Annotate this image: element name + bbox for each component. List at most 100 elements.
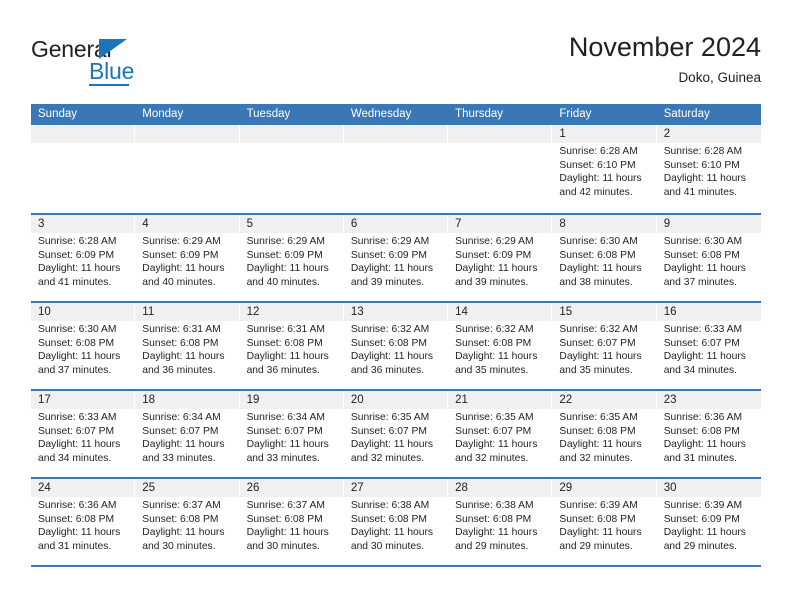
day-sunset-text: Sunset: 6:09 PM (38, 249, 115, 261)
day-daylight2-text: and 39 minutes. (455, 276, 529, 288)
day-sunrise-text: Sunrise: 6:39 AM (663, 500, 743, 511)
calendar-empty-cell (239, 125, 344, 213)
day-sun-info: Sunrise: 6:38 AM Sunset: 6:08 PM Daylight:… (448, 497, 552, 553)
day-daylight2-text: and 35 minutes. (455, 364, 529, 376)
calendar-day-cell[interactable]: 23 Sunrise: 6:36 AM Sunset: 6:08 PM Dayligh… (656, 391, 761, 477)
page-header: General Blue November 2024 Doko, Guinea (31, 30, 761, 100)
day-sunrise-text: Sunrise: 6:38 AM (350, 500, 430, 511)
day-sunset-text: Sunset: 6:07 PM (663, 337, 740, 349)
day-sunset-text: Sunset: 6:08 PM (663, 425, 740, 437)
day-number: 20 (343, 391, 449, 409)
calendar-empty-cell (31, 125, 136, 213)
calendar-day-cell[interactable]: 28 Sunrise: 6:38 AM Sunset: 6:08 PM Dayligh… (448, 479, 553, 565)
day-daylight-text: Daylight: 11 hours (246, 439, 329, 451)
day-daylight2-text: and 34 minutes. (663, 364, 737, 376)
day-daylight2-text: and 39 minutes. (350, 276, 425, 288)
day-number: 14 (448, 303, 553, 321)
calendar-day-cell[interactable]: 10 Sunrise: 6:30 AM Sunset: 6:08 PM Dayligh… (31, 303, 136, 389)
day-number: 30 (656, 479, 761, 497)
location-label: Doko, Guinea (678, 70, 761, 85)
day-number: 7 (448, 215, 553, 233)
calendar-week-row: 24 Sunrise: 6:36 AM Sunset: 6:08 PM Dayligh… (31, 477, 761, 565)
day-daylight-text: Daylight: 11 hours (38, 527, 121, 539)
day-daylight2-text: and 36 minutes. (246, 364, 320, 376)
calendar-day-cell[interactable]: 30 Sunrise: 6:39 AM Sunset: 6:09 PM Dayligh… (656, 479, 761, 565)
calendar-day-cell[interactable]: 8 Sunrise: 6:30 AM Sunset: 6:08 PM Daylight… (552, 215, 657, 301)
calendar-day-cell[interactable]: 4 Sunrise: 6:29 AM Sunset: 6:09 PM Daylight… (135, 215, 240, 301)
calendar-day-cell[interactable]: 26 Sunrise: 6:37 AM Sunset: 6:08 PM Dayligh… (239, 479, 344, 565)
calendar-day-cell[interactable]: 6 Sunrise: 6:29 AM Sunset: 6:09 PM Daylight… (343, 215, 449, 301)
day-sun-info: Sunrise: 6:29 AM Sunset: 6:09 PM Daylight:… (344, 233, 448, 289)
day-sunrise-text: Sunrise: 6:35 AM (350, 412, 430, 423)
day-sunset-text: Sunset: 6:07 PM (455, 425, 532, 437)
day-sunrise-text: Sunrise: 6:28 AM (663, 146, 743, 157)
day-sun-info: Sunrise: 6:37 AM Sunset: 6:08 PM Daylight:… (135, 497, 239, 553)
day-daylight2-text: and 41 minutes. (38, 276, 112, 288)
day-daylight2-text: and 29 minutes. (455, 540, 529, 552)
day-number (239, 125, 344, 143)
day-daylight-text: Daylight: 11 hours (455, 351, 538, 363)
calendar-day-cell[interactable]: 7 Sunrise: 6:29 AM Sunset: 6:09 PM Daylight… (448, 215, 553, 301)
day-daylight2-text: and 40 minutes. (142, 276, 216, 288)
day-daylight-text: Daylight: 11 hours (38, 263, 121, 275)
calendar-day-cell[interactable]: 12 Sunrise: 6:31 AM Sunset: 6:08 PM Dayligh… (239, 303, 344, 389)
calendar-day-cell[interactable]: 9 Sunrise: 6:30 AM Sunset: 6:08 PM Daylight… (656, 215, 761, 301)
day-daylight-text: Daylight: 11 hours (246, 263, 329, 275)
calendar-day-cell[interactable]: 14 Sunrise: 6:32 AM Sunset: 6:08 PM Dayligh… (448, 303, 553, 389)
calendar-day-cell[interactable]: 5 Sunrise: 6:29 AM Sunset: 6:09 PM Daylight… (239, 215, 344, 301)
day-number: 5 (239, 215, 344, 233)
weekday-header-wednesday: Wednesday (350, 108, 412, 120)
day-sunrise-text: Sunrise: 6:29 AM (142, 236, 221, 247)
day-number: 28 (448, 479, 553, 497)
day-sunrise-text: Sunrise: 6:29 AM (455, 236, 534, 247)
calendar-day-cell[interactable]: 21 Sunrise: 6:35 AM Sunset: 6:07 PM Dayligh… (448, 391, 553, 477)
calendar-week-row: 3 Sunrise: 6:28 AM Sunset: 6:09 PM Daylight… (31, 213, 761, 301)
day-daylight2-text: and 30 minutes. (246, 540, 320, 552)
calendar-day-cell[interactable]: 19 Sunrise: 6:34 AM Sunset: 6:07 PM Dayligh… (239, 391, 344, 477)
day-number (448, 125, 553, 143)
calendar-day-cell[interactable]: 16 Sunrise: 6:33 AM Sunset: 6:07 PM Dayligh… (656, 303, 761, 389)
calendar-day-cell[interactable]: 29 Sunrise: 6:39 AM Sunset: 6:08 PM Dayligh… (552, 479, 657, 565)
day-daylight-text: Daylight: 11 hours (350, 527, 434, 539)
calendar-day-cell[interactable]: 17 Sunrise: 6:33 AM Sunset: 6:07 PM Dayligh… (31, 391, 136, 477)
day-sunrise-text: Sunrise: 6:37 AM (142, 500, 221, 511)
calendar-day-cell[interactable]: 20 Sunrise: 6:35 AM Sunset: 6:07 PM Dayligh… (343, 391, 449, 477)
calendar-day-cell[interactable]: 13 Sunrise: 6:32 AM Sunset: 6:08 PM Dayligh… (343, 303, 449, 389)
day-daylight2-text: and 30 minutes. (350, 540, 425, 552)
day-sun-info: Sunrise: 6:32 AM Sunset: 6:08 PM Daylight:… (344, 321, 448, 377)
day-daylight-text: Daylight: 11 hours (246, 351, 329, 363)
day-sunrise-text: Sunrise: 6:38 AM (455, 500, 534, 511)
day-number: 23 (656, 391, 761, 409)
day-sun-info: Sunrise: 6:30 AM Sunset: 6:08 PM Daylight:… (657, 233, 761, 289)
calendar-day-cell[interactable]: 18 Sunrise: 6:34 AM Sunset: 6:07 PM Dayligh… (135, 391, 240, 477)
calendar-day-cell[interactable]: 22 Sunrise: 6:35 AM Sunset: 6:08 PM Dayligh… (552, 391, 657, 477)
day-sunrise-text: Sunrise: 6:30 AM (559, 236, 638, 247)
day-sunrise-text: Sunrise: 6:32 AM (350, 324, 430, 335)
day-number: 26 (239, 479, 344, 497)
day-sun-info (31, 143, 135, 145)
day-sun-info: Sunrise: 6:32 AM Sunset: 6:07 PM Daylight:… (552, 321, 656, 377)
day-sun-info (448, 143, 552, 145)
calendar-day-cell[interactable]: 11 Sunrise: 6:31 AM Sunset: 6:08 PM Dayligh… (135, 303, 240, 389)
day-sunrise-text: Sunrise: 6:29 AM (350, 236, 430, 247)
day-daylight-text: Daylight: 11 hours (663, 351, 746, 363)
day-sunset-text: Sunset: 6:08 PM (663, 249, 740, 261)
day-sunrise-text: Sunrise: 6:35 AM (455, 412, 534, 423)
calendar-day-cell[interactable]: 24 Sunrise: 6:36 AM Sunset: 6:08 PM Dayligh… (31, 479, 136, 565)
day-number: 13 (343, 303, 449, 321)
day-daylight-text: Daylight: 11 hours (559, 439, 642, 451)
calendar-day-cell[interactable]: 1 Sunrise: 6:28 AM Sunset: 6:10 PM Daylight… (552, 125, 657, 213)
day-daylight-text: Daylight: 11 hours (455, 263, 538, 275)
day-daylight-text: Daylight: 11 hours (663, 263, 746, 275)
day-number: 16 (656, 303, 761, 321)
day-sun-info: Sunrise: 6:29 AM Sunset: 6:09 PM Daylight:… (240, 233, 344, 289)
day-daylight-text: Daylight: 11 hours (350, 439, 434, 451)
calendar-day-cell[interactable]: 2 Sunrise: 6:28 AM Sunset: 6:10 PM Daylight… (656, 125, 761, 213)
weekday-header-tuesday: Tuesday (246, 108, 291, 120)
calendar-day-cell[interactable]: 25 Sunrise: 6:37 AM Sunset: 6:08 PM Dayligh… (135, 479, 240, 565)
calendar-day-cell[interactable]: 3 Sunrise: 6:28 AM Sunset: 6:09 PM Daylight… (31, 215, 136, 301)
day-sun-info: Sunrise: 6:33 AM Sunset: 6:07 PM Daylight:… (31, 409, 135, 465)
calendar-day-cell[interactable]: 27 Sunrise: 6:38 AM Sunset: 6:08 PM Dayligh… (343, 479, 449, 565)
calendar-day-cell[interactable]: 15 Sunrise: 6:32 AM Sunset: 6:07 PM Dayligh… (552, 303, 657, 389)
day-number: 4 (135, 215, 240, 233)
